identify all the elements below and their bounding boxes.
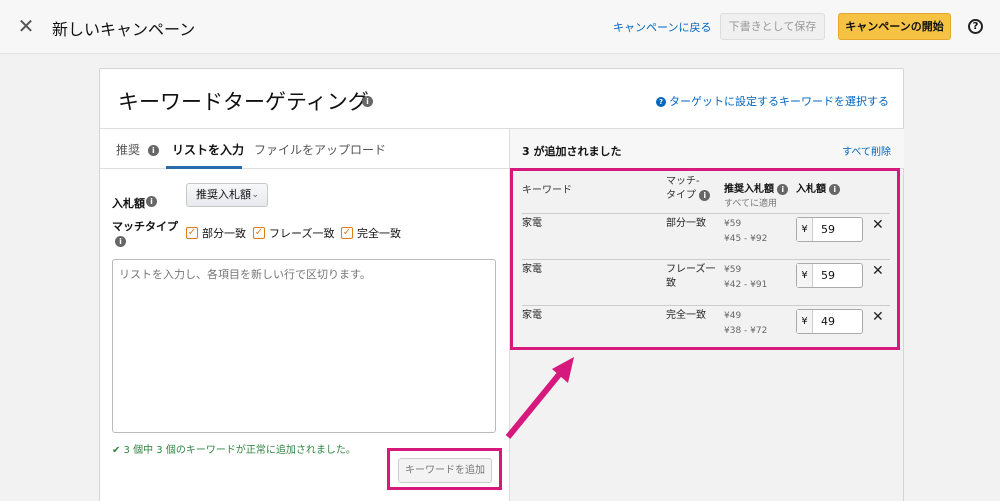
tab-enter-list[interactable]: リストを入力 [172,141,244,158]
row-divider [522,305,890,306]
row-range: ¥38 - ¥72 [724,326,768,336]
bid-input[interactable]: ¥ 49 [796,309,863,334]
checkbox-phrase-label: フレーズ一致 [269,227,335,240]
checkbox-exact-label: 完全一致 [357,227,401,240]
bid-type-select[interactable]: 推奨入札額 ⌄ [186,183,268,207]
column-match-label-2: タイプ [666,190,696,201]
chevron-down-icon: ⌄ [251,190,259,200]
bid-value: 49 [821,315,835,328]
bid-input[interactable]: ¥ 59 [796,263,863,288]
row-keyword: 家電 [522,264,542,275]
column-match-type: マッチ- タイプ i [666,175,711,203]
checkbox-phrase[interactable]: ✓ フレーズ一致 [253,225,334,241]
active-tab-indicator [166,166,242,169]
arrow-icon [505,357,574,439]
row-keyword: 家電 [522,310,542,321]
info-icon[interactable]: i [146,196,157,207]
info-icon[interactable]: i [777,183,789,195]
checkbox-broad[interactable]: ✓ 部分一致 [186,225,246,241]
row-match-type: 完全一致 [666,310,706,321]
right-pane: 3 が追加されました すべて削除 キーワード マッチ- タイプ i 推奨入札額 … [509,129,904,501]
column-suggested-bid: 推奨入札額 i すべてに適用 [724,183,789,211]
info-icon[interactable]: i [115,236,126,247]
bid-type-select-value: 推奨入札額 [196,188,251,201]
row-divider [522,213,890,214]
delete-all-link[interactable]: すべて削除 [842,143,891,158]
question-icon: ? [656,97,666,107]
back-to-campaign-link[interactable]: キャンペーンに戻る [613,19,711,35]
checkbox-exact[interactable]: ✓ 完全一致 [341,225,401,241]
checkmark-icon: ✓ [341,227,353,239]
info-icon[interactable]: i [362,96,373,107]
keyword-list-textarea[interactable] [112,259,496,433]
info-icon[interactable]: i [147,145,159,156]
top-bar: ✕ 新しいキャンペーン キャンペーンに戻る 下書きとして保存 キャンペーンの開始… [0,0,1000,54]
bid-value: 59 [821,223,835,236]
column-bid: 入札額 i [796,183,841,197]
column-keyword-label: キーワード [522,185,572,196]
checkmark-icon: ✓ [186,227,198,239]
close-icon[interactable]: ✕ [16,16,36,36]
help-icon[interactable]: ? [968,19,983,34]
column-match-label-1: マッチ- [666,176,700,187]
checkbox-broad-label: 部分一致 [202,227,246,240]
row-suggested: ¥59 [724,265,742,275]
tab-upload-file[interactable]: ファイルをアップロード [254,141,386,158]
row-keyword: 家電 [522,218,542,229]
select-keywords-label: ターゲットに設定するキーワードを選択する [669,95,889,108]
checkmark-icon: ✓ [253,227,265,239]
row-range: ¥42 - ¥91 [724,280,768,290]
column-keyword: キーワード [522,184,572,198]
currency-label: ¥ [797,264,813,287]
row-range: ¥45 - ¥92 [724,234,768,244]
remove-icon[interactable]: ✕ [872,263,884,279]
currency-label: ¥ [797,218,813,241]
select-keywords-link[interactable]: ? ターゲットに設定するキーワードを選択する [656,93,889,109]
currency-label: ¥ [797,310,813,333]
row-suggested: ¥49 [724,311,742,321]
page-title: 新しいキャンペーン [52,20,196,39]
row-match-type: フレーズ一 [666,264,716,275]
info-icon[interactable]: i [699,189,711,201]
tab-suggested-label: 推奨 [116,143,141,157]
remove-icon[interactable]: ✕ [872,217,884,233]
bid-label: 入札額 [112,197,145,210]
card-header: キーワードターゲティング i ? ターゲットに設定するキーワードを選択する [100,69,903,129]
tab-suggested[interactable]: 推奨 i [116,141,159,158]
add-keyword-button[interactable]: キーワードを追加 [398,458,492,483]
save-draft-button[interactable]: 下書きとして保存 [720,13,825,40]
row-suggested: ¥59 [724,219,742,229]
info-icon[interactable]: i [829,183,841,195]
bid-input[interactable]: ¥ 59 [796,217,863,242]
row-match-type-cont: 致 [666,278,676,289]
bid-value: 59 [821,269,835,282]
row-match-type: 部分一致 [666,218,706,229]
column-bid-label: 入札額 [796,184,826,195]
apply-all-link[interactable]: すべてに適用 [724,197,788,211]
tab-bar: 推奨 i リストを入力 ファイルをアップロード [100,129,509,169]
added-count: 3 が追加されました [522,145,622,158]
row-divider [522,259,890,260]
match-type-label: マッチタイプ [112,220,178,233]
column-suggested-label: 推奨入札額 [724,184,774,195]
start-campaign-button[interactable]: キャンペーンの開始 [838,13,951,40]
card-title: キーワードターゲティング [118,90,369,114]
success-message: ✔ 3 個中 3 個のキーワードが正常に追加されました。 [112,445,356,456]
remove-icon[interactable]: ✕ [872,309,884,325]
left-pane: 推奨 i リストを入力 ファイルをアップロード 入札額 i 推奨入札額 ⌄ マッ… [100,129,509,501]
added-header: 3 が追加されました すべて削除 [510,129,904,169]
